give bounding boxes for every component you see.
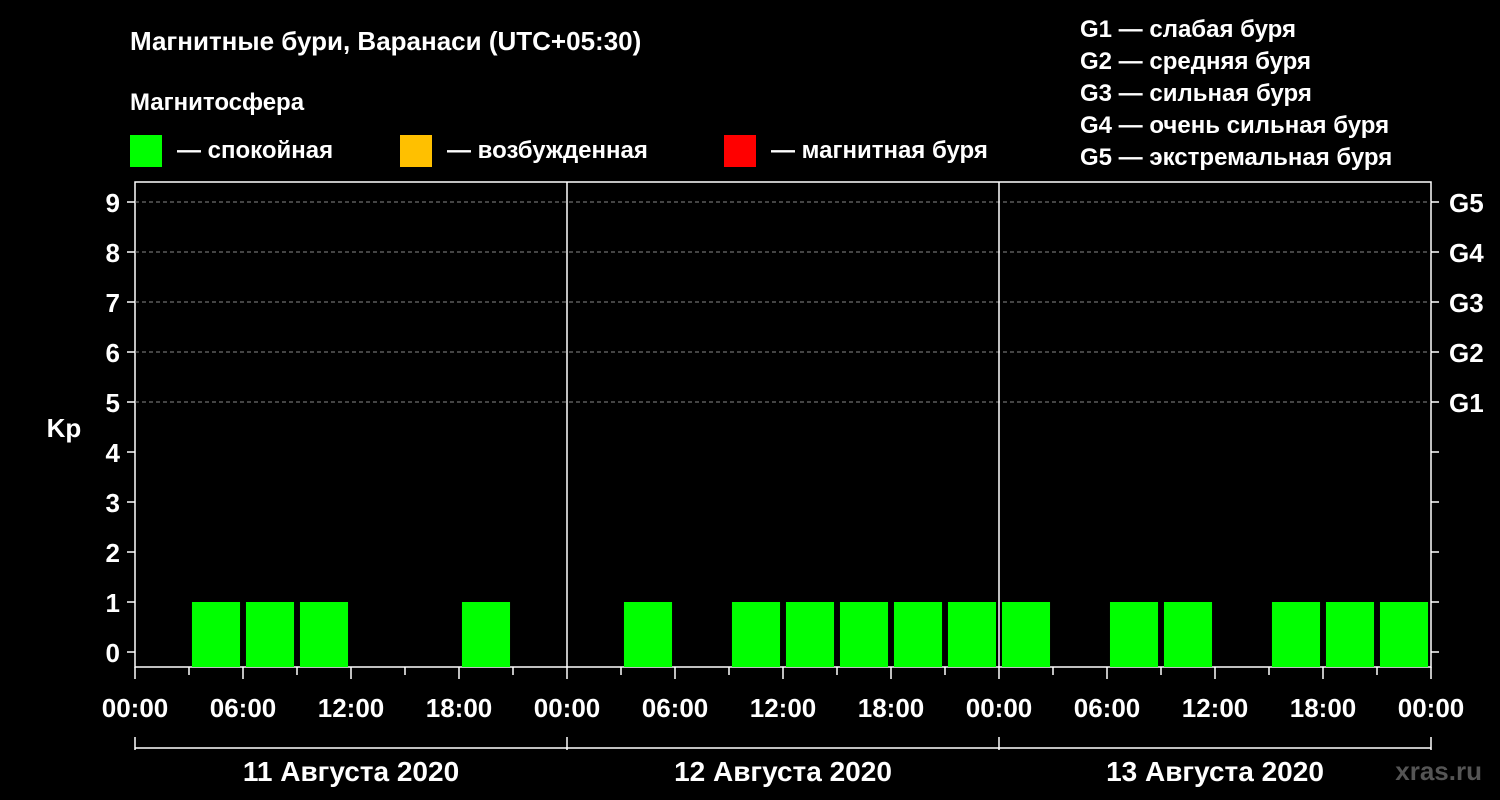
legend-swatch-storm	[724, 135, 756, 167]
x-tick-label: 18:00	[1290, 693, 1357, 723]
kp-bar	[785, 602, 835, 667]
x-tick-label: 18:00	[426, 693, 493, 723]
x-tick-label: 00:00	[966, 693, 1033, 723]
kp-bar	[731, 602, 781, 667]
plot-area	[134, 181, 1432, 668]
kp-bar	[1001, 602, 1051, 667]
scale-g3: G3 — сильная буря	[1080, 80, 1312, 107]
y-axis-label: Kp	[47, 413, 82, 443]
x-tick-label: 18:00	[858, 693, 925, 723]
x-tick-label: 12:00	[318, 693, 385, 723]
scale-g2: G2 — средняя буря	[1080, 48, 1311, 75]
y-tick-label: 2	[106, 538, 120, 568]
kp-bar	[947, 602, 997, 667]
kp-bar	[191, 602, 241, 667]
kp-bar	[1325, 602, 1375, 667]
kp-bar	[461, 602, 511, 667]
kp-chart: Магнитные бури, Варанаси (UTC+05:30) Маг…	[47, 16, 1485, 787]
day-label: 11 Августа 2020	[243, 756, 459, 787]
kp-bar	[839, 602, 889, 667]
legend-swatch-quiet	[130, 135, 162, 167]
x-tick-label: 00:00	[534, 693, 601, 723]
scale-g1: G1 — слабая буря	[1080, 16, 1296, 43]
storm-level-label: G3	[1449, 288, 1484, 318]
y-tick-label: 4	[106, 438, 121, 468]
scale-g4: G4 — очень сильная буря	[1080, 112, 1389, 139]
day-label: 13 Августа 2020	[1106, 756, 1324, 787]
y-tick-label: 1	[106, 588, 120, 618]
x-tick-label: 12:00	[750, 693, 817, 723]
y-tick-label: 5	[106, 388, 120, 418]
axes: 0 1 2 3 4 5 6 7 8 9 G1 G2 G3 G4 G5 00:00 06:00 12:00 18:00…	[102, 188, 1484, 787]
x-tick-label: 00:00	[1398, 693, 1465, 723]
kp-bar	[1271, 602, 1321, 667]
y-tick-label: 6	[106, 338, 120, 368]
y-tick-label: 9	[106, 188, 120, 218]
storm-level-label: G1	[1449, 388, 1484, 418]
y-tick-label: 0	[106, 638, 120, 668]
legend-label-storm: — магнитная буря	[771, 137, 988, 164]
kp-bar	[245, 602, 295, 667]
y-tick-label: 8	[106, 238, 120, 268]
scale-g5: G5 — экстремальная буря	[1080, 144, 1392, 171]
x-tick-label: 12:00	[1182, 693, 1249, 723]
legend-label-quiet: — спокойная	[177, 137, 333, 164]
storm-level-label: G5	[1449, 188, 1484, 218]
legend-swatch-excited	[400, 135, 432, 167]
x-tick-label: 06:00	[1074, 693, 1141, 723]
bars	[191, 602, 1429, 667]
kp-bar	[623, 602, 673, 667]
kp-bar	[893, 602, 943, 667]
y-tick-label: 3	[106, 488, 120, 518]
chart-title: Магнитные бури, Варанаси (UTC+05:30)	[130, 26, 641, 56]
legend-label-excited: — возбужденная	[447, 137, 648, 164]
x-tick-label: 06:00	[642, 693, 709, 723]
storm-level-label: G4	[1449, 238, 1484, 268]
y-tick-label: 7	[106, 288, 120, 318]
kp-bar	[1163, 602, 1213, 667]
legend-heading: Магнитосфера	[130, 89, 305, 116]
grid	[135, 182, 1431, 667]
watermark: xras.ru	[1395, 756, 1482, 786]
kp-bar	[1379, 602, 1429, 667]
day-label: 12 Августа 2020	[674, 756, 892, 787]
storm-level-label: G2	[1449, 338, 1484, 368]
x-tick-label: 00:00	[102, 693, 169, 723]
kp-bar	[1109, 602, 1159, 667]
x-tick-label: 06:00	[210, 693, 277, 723]
kp-bar	[299, 602, 349, 667]
